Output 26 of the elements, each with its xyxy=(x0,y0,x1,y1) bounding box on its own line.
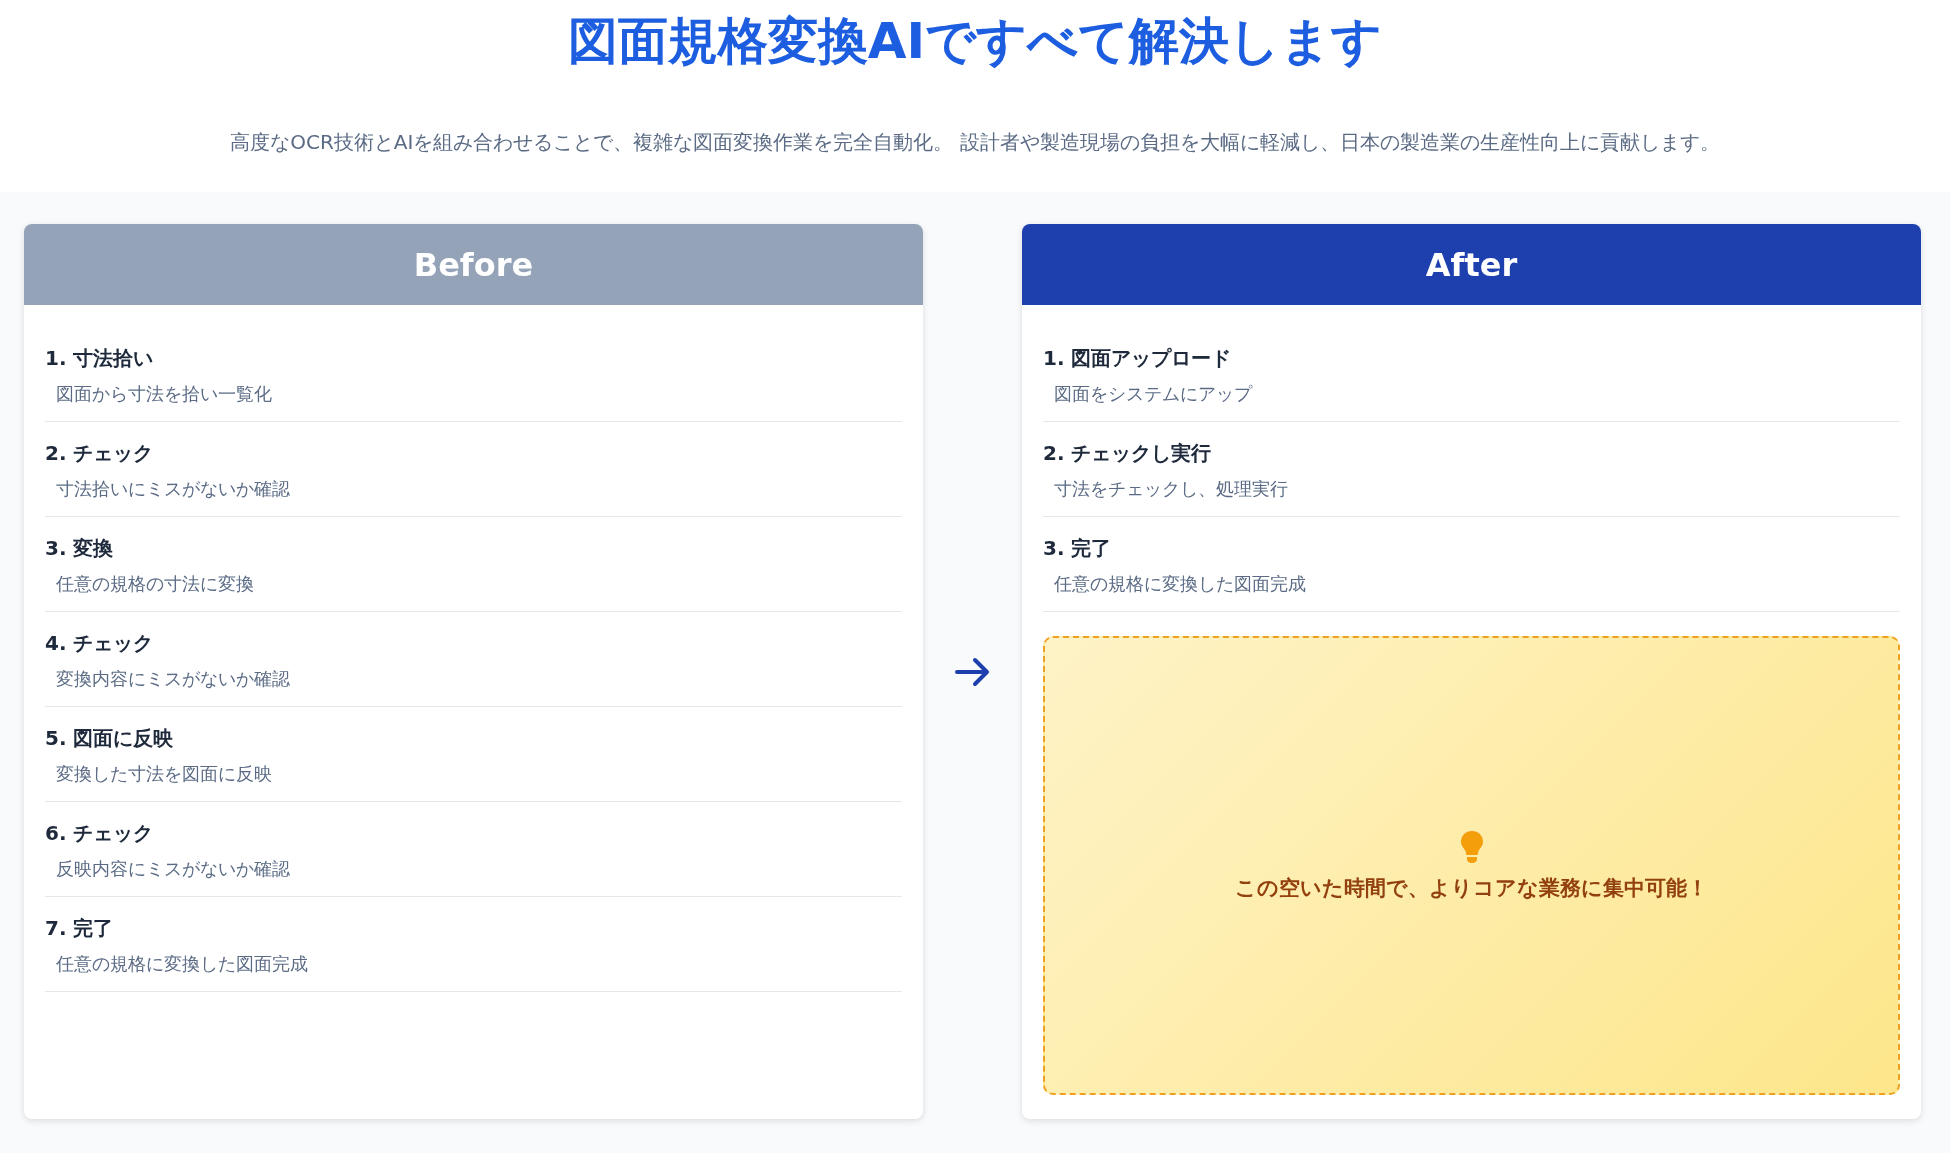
step-title: 3. 変換 xyxy=(45,535,115,562)
step-title: 1. 図面アップロード xyxy=(1043,345,1233,372)
before-header: Before xyxy=(24,224,923,305)
step-title: 1. 寸法拾い xyxy=(45,345,155,372)
step-description: 任意の規格に変換した図面完成 xyxy=(1054,572,1307,596)
step-description: 変換した寸法を図面に反映 xyxy=(56,762,273,786)
step-title: 3. 完了 xyxy=(1043,535,1113,562)
step-description: 任意の規格の寸法に変換 xyxy=(56,572,255,596)
step-title: 7. 完了 xyxy=(45,915,115,942)
step-title: 4. チェック xyxy=(45,630,155,657)
intro-paragraph: 高度なOCR技術とAIを組み合わせることで、複雑な図面変換作業を完全自動化。 設計者や製造現場の負担を大幅に軽減し、日本の製造業の生産性向上に貢献します。 xyxy=(230,129,1720,156)
step-description: 反映内容にミスがないか確認 xyxy=(56,857,291,881)
step-description: 寸法をチェックし、処理実行 xyxy=(1054,477,1289,501)
page-title: 図面規格変換AIですべて解決します xyxy=(567,11,1383,72)
after-header: After xyxy=(1022,224,1921,305)
step-description: 変換内容にミスがないか確認 xyxy=(56,667,291,691)
step-title: 5. 図面に反映 xyxy=(45,725,175,752)
step-title: 2. チェック xyxy=(45,440,155,467)
step-description: 任意の規格に変換した図面完成 xyxy=(56,952,309,976)
step-description: 図面から寸法を拾い一覧化 xyxy=(56,382,273,406)
callout-text: この空いた時間で、よりコアな業務に集中可能！ xyxy=(1235,874,1708,902)
step-description: 図面をシステムにアップ xyxy=(1054,382,1254,406)
step-description: 寸法拾いにミスがないか確認 xyxy=(56,477,291,501)
step-title: 6. チェック xyxy=(45,820,155,847)
lightbulb-icon xyxy=(1459,829,1484,864)
step-title: 2. チェックし実行 xyxy=(1043,440,1213,467)
